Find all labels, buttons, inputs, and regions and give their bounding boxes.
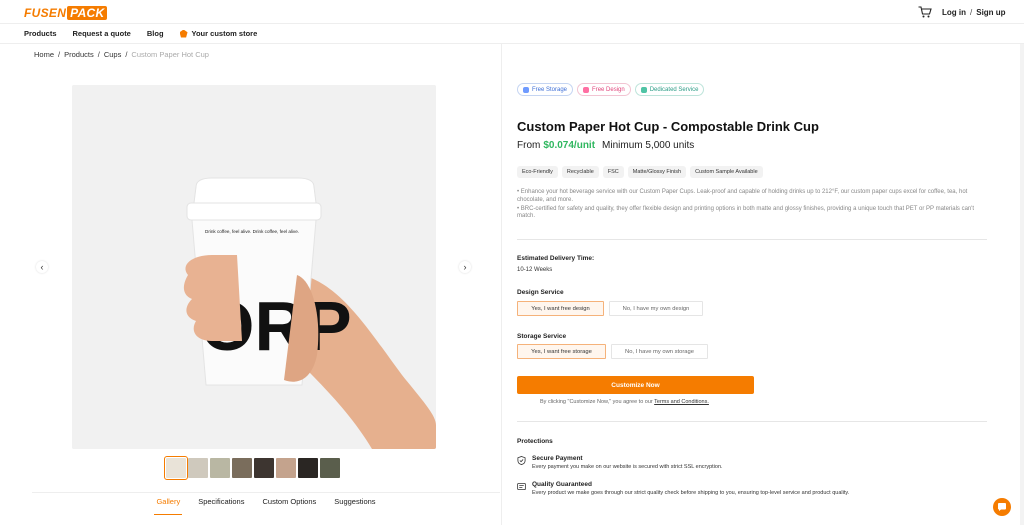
breadcrumb-separator: /	[58, 50, 61, 59]
feature-tag: Custom Sample Available	[690, 166, 763, 178]
service-icon	[640, 86, 647, 93]
page-scrollbar[interactable]	[1020, 44, 1024, 525]
badge-icon	[517, 482, 526, 491]
product-description: • Enhance your hot beverage service with…	[517, 189, 987, 222]
price-line: From $0.074/unit Minimum 5,000 units	[517, 140, 694, 151]
feature-tag: FSC	[602, 166, 624, 178]
breadcrumb-cups[interactable]: Cups	[104, 50, 122, 59]
storage-option-own[interactable]: No, I have my own storage	[611, 344, 708, 359]
chat-icon	[998, 503, 1006, 511]
gallery-prev-button[interactable]: ‹	[36, 261, 48, 273]
column-divider	[501, 44, 502, 525]
signup-link[interactable]: Sign up	[976, 8, 1005, 17]
customize-now-button[interactable]: Customize Now	[517, 376, 754, 394]
thumbnail[interactable]	[298, 458, 318, 478]
logo-text-fusen: FUSEN	[24, 5, 67, 20]
breadcrumb-separator: /	[97, 50, 100, 59]
breadcrumb-home[interactable]: Home	[34, 50, 54, 59]
tab-custom-options[interactable]: Custom Options	[260, 497, 318, 510]
badge-label: Dedicated Service	[649, 86, 699, 93]
thumbnail[interactable]	[164, 456, 188, 480]
product-tabs: Gallery Specifications Custom Options Su…	[32, 492, 500, 515]
top-bar: FUSEN PACK Log in / Sign up	[0, 0, 1024, 24]
thumbnail[interactable]	[210, 458, 230, 478]
tab-specifications[interactable]: Specifications	[196, 497, 246, 510]
protection-item-quality: Quality Guaranteed Every product we make…	[517, 481, 849, 496]
badge-free-design: Free Design	[577, 83, 631, 96]
breadcrumb-products[interactable]: Products	[64, 50, 94, 59]
thumbnail[interactable]	[320, 458, 340, 478]
nav-item-blog[interactable]: Blog	[147, 29, 164, 38]
terms-prefix: By clicking "Customize Now," you agree t…	[540, 399, 653, 405]
delivery-value: 10-12 Weeks	[517, 267, 553, 273]
login-link[interactable]: Log in	[942, 8, 966, 17]
protection-item-secure-payment: Secure Payment Every payment you make on…	[517, 455, 723, 470]
cup-illustration: Drink coffee, feel alive. Drink coffee, …	[72, 85, 436, 449]
thumbnail[interactable]	[232, 458, 252, 478]
tab-suggestions[interactable]: Suggestions	[332, 497, 377, 510]
badge-label: Free Storage	[532, 86, 568, 93]
page-title: Custom Paper Hot Cup - Compostable Drink…	[517, 119, 819, 134]
terms-note: By clicking "Customize Now," you agree t…	[540, 399, 709, 405]
shield-icon	[517, 456, 526, 465]
logo-text-pack: PACK	[67, 5, 108, 20]
store-icon	[179, 29, 188, 38]
description-paragraph: • BRC-certified for safety and quality, …	[517, 205, 975, 220]
thumbnail[interactable]	[276, 458, 296, 478]
thumbnail[interactable]	[254, 458, 274, 478]
minimum-order: Minimum 5,000 units	[602, 140, 695, 151]
design-option-own[interactable]: No, I have my own design	[609, 301, 703, 316]
terms-link[interactable]: Terms and Conditions.	[654, 399, 709, 405]
thumbnail-strip	[164, 456, 340, 480]
price-value: $0.074/unit	[543, 140, 596, 151]
divider	[517, 239, 987, 240]
storage-service-label: Storage Service	[517, 333, 567, 340]
badge-dedicated-service: Dedicated Service	[634, 83, 705, 96]
service-badges: Free Storage Free Design Dedicated Servi…	[517, 83, 705, 96]
main-nav: Products Request a quote Blog Your custo…	[0, 24, 1024, 44]
feature-tag: Matte/Glossy Finish	[627, 166, 687, 178]
protection-desc: Every product we make goes through our s…	[532, 490, 850, 496]
breadcrumb-current: Custom Paper Hot Cup	[131, 50, 209, 59]
protection-title: Quality Guaranteed	[532, 481, 592, 488]
thumbnail[interactable]	[188, 458, 208, 478]
chat-button[interactable]	[993, 498, 1011, 516]
description-paragraph: • Enhance your hot beverage service with…	[517, 189, 968, 203]
nav-store-label: Your custom store	[191, 29, 258, 38]
feature-tags: Eco-Friendly Recyclable FSC Matte/Glossy…	[517, 166, 763, 178]
protection-title: Secure Payment	[532, 455, 583, 462]
feature-tag: Recyclable	[561, 166, 599, 178]
protections-label: Protections	[517, 438, 553, 445]
design-service-label: Design Service	[517, 289, 564, 296]
badge-label: Free Design	[592, 86, 625, 93]
tab-gallery[interactable]: Gallery	[154, 497, 182, 515]
nav-item-custom-store[interactable]: Your custom store	[179, 29, 258, 38]
storage-option-free[interactable]: Yes, I want free storage	[517, 344, 606, 359]
nav-item-request-quote[interactable]: Request a quote	[73, 29, 131, 38]
divider	[517, 421, 987, 422]
design-icon	[583, 86, 590, 93]
price-from: From	[517, 140, 541, 151]
auth-links: Log in / Sign up	[942, 8, 1006, 17]
nav-item-products[interactable]: Products	[24, 29, 57, 38]
product-image[interactable]: Drink coffee, feel alive. Drink coffee, …	[72, 85, 436, 449]
protection-desc: Every payment you make on our website is…	[532, 464, 723, 470]
logo[interactable]: FUSEN PACK	[24, 5, 108, 20]
feature-tag: Eco-Friendly	[517, 166, 558, 178]
breadcrumb-separator: /	[125, 50, 128, 59]
cart-icon[interactable]	[918, 6, 932, 18]
storage-icon	[523, 86, 529, 93]
badge-free-storage: Free Storage	[517, 83, 574, 96]
design-option-free[interactable]: Yes, I want free design	[517, 301, 604, 316]
delivery-label: Estimated Delivery Time:	[517, 255, 595, 262]
breadcrumb: Home / Products / Cups / Custom Paper Ho…	[34, 50, 209, 59]
cup-slogan: Drink coffee, feel alive. Drink coffee, …	[205, 229, 299, 234]
gallery-next-button[interactable]: ›	[459, 261, 471, 273]
auth-separator: /	[970, 8, 973, 17]
